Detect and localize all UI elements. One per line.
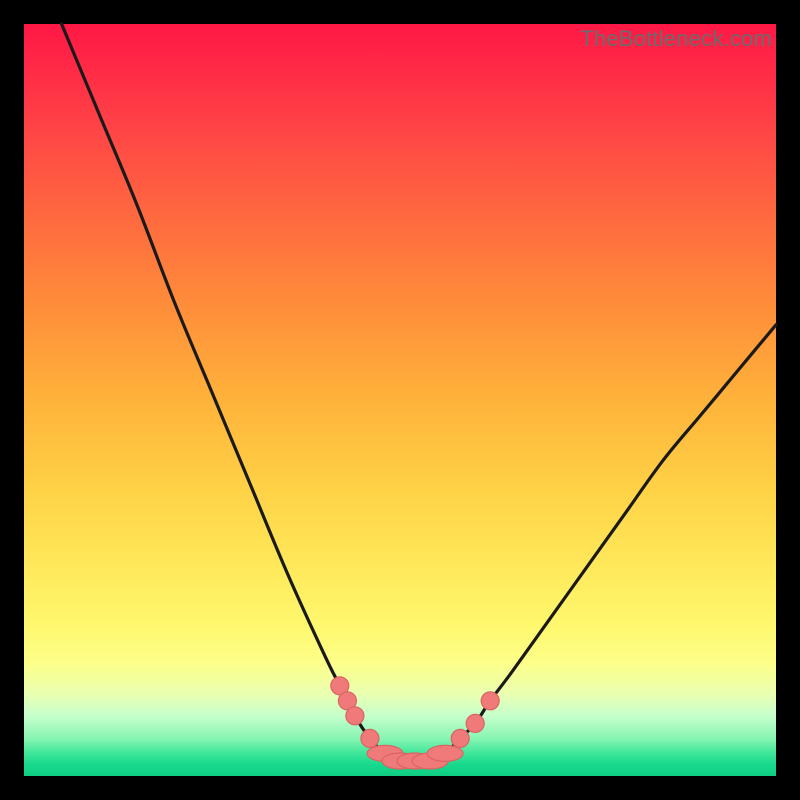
curve-marker-bead xyxy=(361,729,379,747)
curve-marker-bead xyxy=(466,714,484,732)
bottleneck-curve xyxy=(62,24,776,762)
curve-marker-bead xyxy=(481,692,499,710)
curve-marker-lozenge xyxy=(427,745,463,761)
curve-marker-bead xyxy=(346,707,364,725)
curve-markers xyxy=(331,677,499,769)
chart-svg xyxy=(24,24,776,776)
curve-marker-bead xyxy=(451,729,469,747)
